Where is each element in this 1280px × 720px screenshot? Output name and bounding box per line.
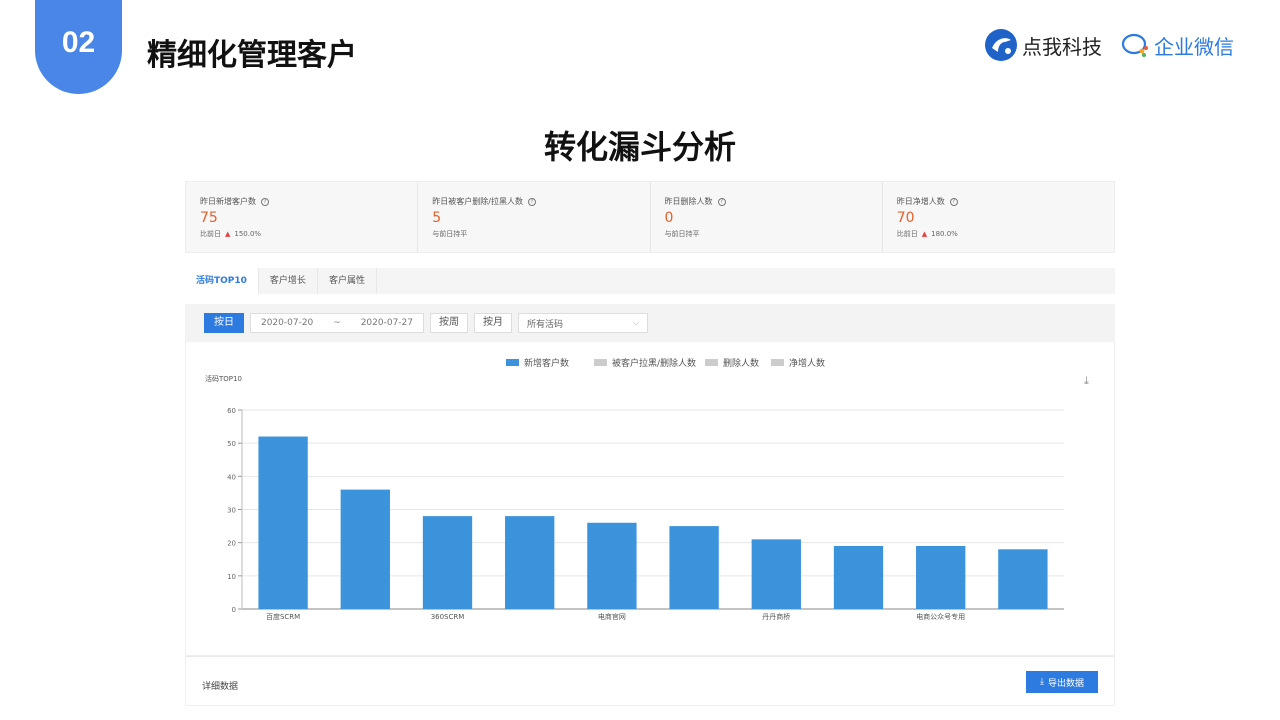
stat-net-increase: 昨日净增人数? 70 比前日 ▲ 180.0% — [883, 182, 1114, 252]
legend-swatch — [771, 359, 784, 366]
stat-new-customers: 昨日新增客户数? 75 比前日 ▲ 150.0% — [186, 182, 419, 252]
x-tick-label: 丹丹商桥 — [762, 612, 790, 621]
dianwo-logo-text: 点我科技 — [1022, 34, 1102, 59]
section-number: 02 — [61, 26, 96, 59]
legend-label: 删除人数 — [723, 357, 759, 369]
code-select-value: 所有活码 — [527, 319, 564, 330]
stat-value: 75 — [200, 210, 218, 226]
chart-title: 活码TOP10 — [205, 374, 242, 383]
stat-compare: 比前日 — [200, 230, 221, 238]
tab-customer-growth[interactable]: 客户增长 — [259, 268, 318, 294]
stats-row: 昨日新增客户数? 75 比前日 ▲ 150.0% 昨日被客户删除/拉黑人数? 5 与… — [185, 181, 1115, 253]
stat-deleted-by-customers: 昨日被客户删除/拉黑人数? 5 与前日持平 — [418, 182, 651, 252]
bar — [422, 516, 473, 609]
bar — [505, 516, 555, 609]
help-icon[interactable]: ? — [717, 197, 726, 206]
stat-deleted: 昨日删除人数? 0 与前日持平 — [651, 182, 883, 252]
download-icon: ⤓ — [1084, 374, 1089, 387]
y-tick-label: 0 — [232, 606, 236, 614]
wework-logo-text: 企业微信 — [1154, 34, 1234, 59]
stat-compare: 与前日持平 — [432, 230, 468, 238]
bar — [998, 549, 1048, 609]
legend-swatch — [594, 359, 607, 366]
stat-value: 70 — [896, 210, 915, 226]
help-icon[interactable]: ? — [527, 197, 536, 206]
detail-section: 详细数据 ⤓ 导出数据 — [185, 656, 1115, 706]
detail-label: 详细数据 — [202, 682, 239, 692]
stat-label: 昨日净增人数 — [896, 197, 945, 206]
dianwo-logo-icon — [985, 29, 1017, 61]
download-icon: ⤓ — [1040, 677, 1044, 687]
stat-value: 5 — [432, 210, 442, 226]
dashboard-panel: 昨日新增客户数? 75 比前日 ▲ 150.0% 昨日被客户删除/拉黑人数? 5 与… — [185, 181, 1115, 720]
wework-logo-icon — [1121, 33, 1148, 57]
stat-label: 昨日新增客户数 — [200, 197, 256, 206]
main-title: 转化漏斗分析 — [543, 128, 736, 166]
date-from: 2020-07-20 — [260, 318, 314, 328]
stat-value: 0 — [664, 210, 674, 226]
stat-label: 昨日删除人数 — [664, 197, 713, 206]
arrow-up-icon: ▲ — [921, 230, 928, 238]
bar — [833, 545, 884, 609]
legend-label: 新增客户数 — [524, 357, 569, 369]
by-week-button[interactable]: 按周 — [430, 313, 468, 333]
bar — [916, 545, 966, 609]
y-tick-label: 40 — [227, 473, 236, 481]
export-label: 导出数据 — [1047, 678, 1084, 689]
help-icon[interactable]: ? — [261, 197, 269, 206]
by-month-button[interactable]: 按月 — [474, 313, 512, 333]
legend-label: 被客户拉黑/删除人数 — [612, 357, 696, 369]
brand-logos: 点我科技 企业微信 — [984, 28, 1234, 62]
tab-top10[interactable]: 活码TOP10 — [185, 268, 259, 294]
by-day-button[interactable]: 按日 — [204, 313, 244, 333]
chart-card: 新增客户数 被客户拉黑/删除人数 删除人数 净增人数活码TOP10 ⤓ 0 10 20 30 40… — [185, 342, 1115, 656]
code-select[interactable]: 所有活码 ⌵ — [518, 313, 648, 333]
legend-label: 净增人数 — [789, 357, 825, 369]
date-range-picker[interactable]: 2020-07-20 ~ 2020-07-27 — [250, 313, 424, 333]
stat-compare: 比前日 — [896, 230, 918, 238]
stat-change: 180.0% — [931, 230, 958, 238]
filter-toolbar: 按日 2020-07-20 ~ 2020-07-27 按周 按月 所有活码 ⌵ — [185, 304, 1115, 342]
bar — [669, 526, 719, 609]
bar — [587, 522, 637, 609]
tab-customer-attributes[interactable]: 客户属性 — [318, 268, 377, 294]
slide-title: 精细化管理客户 — [147, 38, 357, 73]
wework-logo: 企业微信 — [1120, 31, 1234, 60]
bar — [258, 436, 308, 609]
x-tick-label: 360SCRM — [431, 613, 465, 621]
stat-change: 150.0% — [234, 230, 262, 238]
y-tick-label: 20 — [227, 540, 236, 548]
y-tick-label: 30 — [227, 507, 236, 515]
y-tick-label: 10 — [227, 573, 236, 581]
stat-compare: 与前日持平 — [664, 230, 700, 238]
bar — [340, 489, 390, 609]
bar — [751, 539, 801, 609]
date-separator: ~ — [333, 318, 341, 328]
y-tick-label: 60 — [227, 407, 236, 415]
help-icon[interactable]: ? — [949, 197, 958, 206]
export-button[interactable]: ⤓ 导出数据 — [1026, 671, 1098, 693]
x-tick-label: 电商官网 — [598, 612, 626, 621]
chevron-down-icon: ⌵ — [632, 318, 639, 327]
tab-bar: 活码TOP10 客户增长 客户属性 — [185, 268, 1115, 294]
x-tick-label: 百度SCRM — [266, 612, 300, 621]
bar-chart: 新增客户数 被客户拉黑/删除人数 删除人数 净增人数活码TOP10 ⤓ 0 10 20 30 40… — [205, 357, 1089, 621]
legend-swatch — [705, 359, 718, 366]
x-tick-label: 电商公众号专用 — [916, 612, 965, 621]
section-number-badge: 02 — [35, 0, 122, 94]
date-to: 2020-07-27 — [360, 318, 414, 328]
stat-label: 昨日被客户删除/拉黑人数 — [432, 197, 523, 206]
dianwo-logo: 点我科技 — [984, 28, 1102, 62]
y-tick-label: 50 — [227, 440, 236, 448]
legend-swatch — [506, 359, 519, 366]
arrow-up-icon: ▲ — [225, 230, 231, 238]
